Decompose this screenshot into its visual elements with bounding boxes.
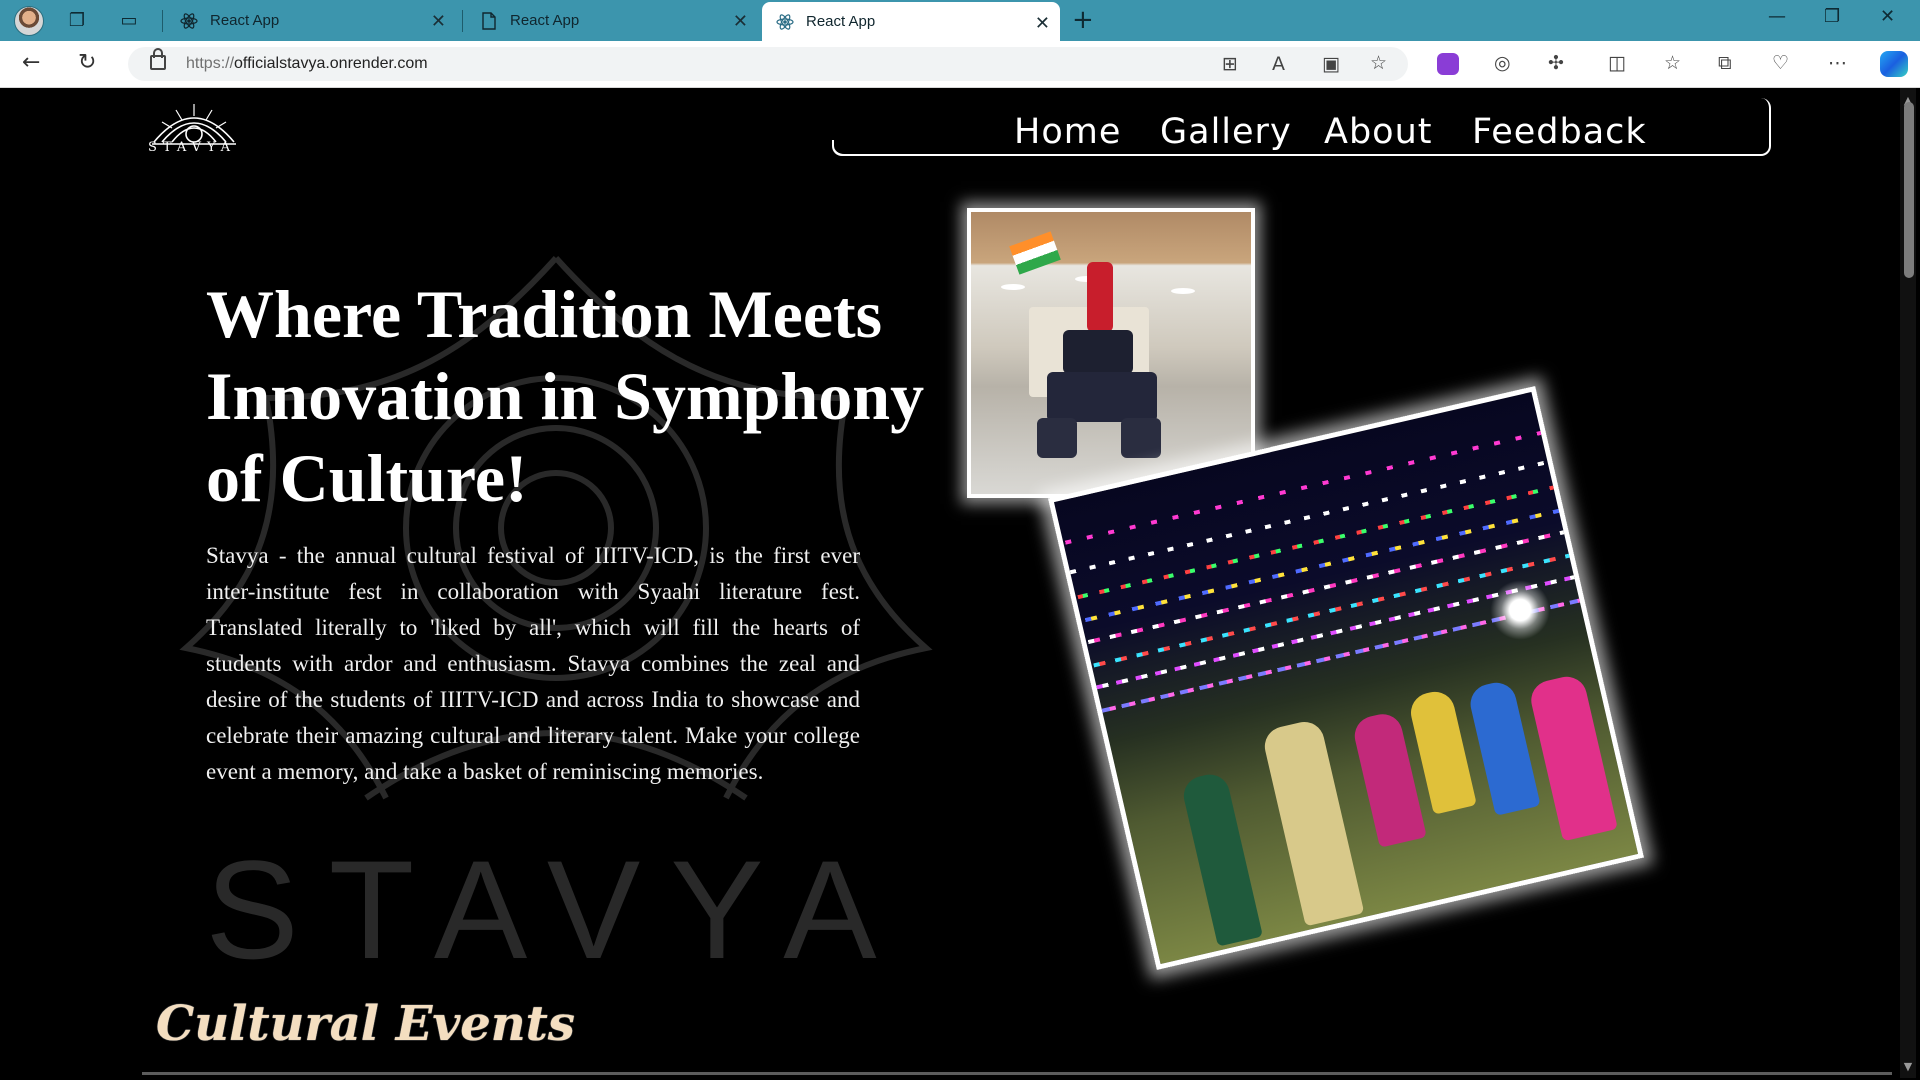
tab-separator (462, 10, 463, 32)
lock-icon[interactable] (150, 48, 166, 70)
scrollbar-thumb[interactable] (1904, 102, 1914, 278)
extension-icon[interactable] (1437, 53, 1459, 75)
close-icon[interactable]: ✕ (733, 11, 748, 32)
refresh-icon[interactable]: ↻ (78, 50, 96, 75)
tab-1[interactable]: React App ✕ (166, 0, 456, 41)
workspaces-icon[interactable]: ❐ (62, 6, 92, 34)
favorites-icon[interactable]: ☆ (1664, 52, 1681, 74)
back-icon[interactable]: ← (22, 50, 40, 75)
tab-2[interactable]: React App ✕ (466, 0, 758, 41)
react-icon (776, 13, 794, 31)
copilot-icon[interactable] (1880, 51, 1908, 77)
profile-avatar[interactable] (14, 6, 44, 36)
close-window-icon[interactable]: ✕ (1880, 6, 1895, 27)
nav-home[interactable]: Home (1014, 112, 1121, 152)
page-viewport: STAVYA STAVYA Home Gallery About Feedbac… (6, 88, 1896, 1078)
address-bar[interactable]: https://officialstavya.onrender.com ⊞ A … (128, 47, 1408, 81)
restore-icon[interactable]: ❐ (1824, 6, 1840, 27)
tab-title: React App (210, 12, 280, 29)
hero-description: Stavya - the annual cultural festival of… (206, 543, 860, 784)
scroll-down-icon[interactable]: ▼ (1902, 1060, 1914, 1073)
read-aloud-icon[interactable]: A (1272, 53, 1285, 75)
tab-title: React App (510, 12, 580, 29)
tab-3-active[interactable]: React App ✕ (762, 2, 1060, 41)
hero-title: Where Tradition Meets Innovation in Symp… (206, 276, 925, 516)
section-divider (142, 1072, 1892, 1075)
extensions-puzzle-icon[interactable]: ✣ (1548, 52, 1564, 74)
section-title-cultural-events: Cultural Events (156, 996, 575, 1052)
tab-actions-icon[interactable]: ▭ (114, 6, 144, 34)
main-navbar: Home Gallery About Feedback (832, 98, 1771, 156)
favorite-star-icon[interactable]: ☆ (1370, 52, 1387, 74)
nav-feedback[interactable]: Feedback (1472, 112, 1647, 152)
tab-separator (162, 10, 163, 32)
new-tab-button[interactable]: + (1072, 5, 1094, 35)
url-text[interactable]: https://officialstavya.onrender.com (186, 55, 428, 73)
nav-about[interactable]: About (1324, 112, 1432, 152)
stavya-logo[interactable] (146, 98, 242, 170)
close-icon[interactable]: ✕ (431, 11, 446, 32)
browser-tab-bar: ❐ ▭ React App ✕ React App ✕ React App ✕ … (0, 0, 1920, 41)
immersive-reader-icon[interactable]: ▣ (1322, 53, 1340, 75)
browser-essentials-icon[interactable]: ♡ (1772, 52, 1789, 74)
gallery-photo-pyramid[interactable] (967, 208, 1255, 498)
collections-icon[interactable]: ⧉ (1718, 52, 1732, 74)
flag-icon (1009, 231, 1061, 275)
tracking-icon[interactable]: ◎ (1494, 52, 1511, 74)
close-icon[interactable]: ✕ (1035, 13, 1050, 34)
tab-title: React App (806, 13, 876, 30)
svg-text:STAVYA: STAVYA (205, 831, 906, 988)
more-menu-icon[interactable]: ⋯ (1828, 52, 1847, 74)
react-icon (180, 12, 198, 30)
split-screen-icon[interactable]: ◫ (1608, 52, 1626, 74)
nav-gallery[interactable]: Gallery (1160, 112, 1292, 152)
app-available-icon[interactable]: ⊞ (1222, 53, 1238, 75)
page-icon (480, 11, 498, 30)
logo-text: STAVYA (148, 140, 236, 155)
minimize-icon[interactable]: — (1768, 6, 1786, 27)
address-toolbar: ← ↻ https://officialstavya.onrender.com … (0, 41, 1920, 88)
